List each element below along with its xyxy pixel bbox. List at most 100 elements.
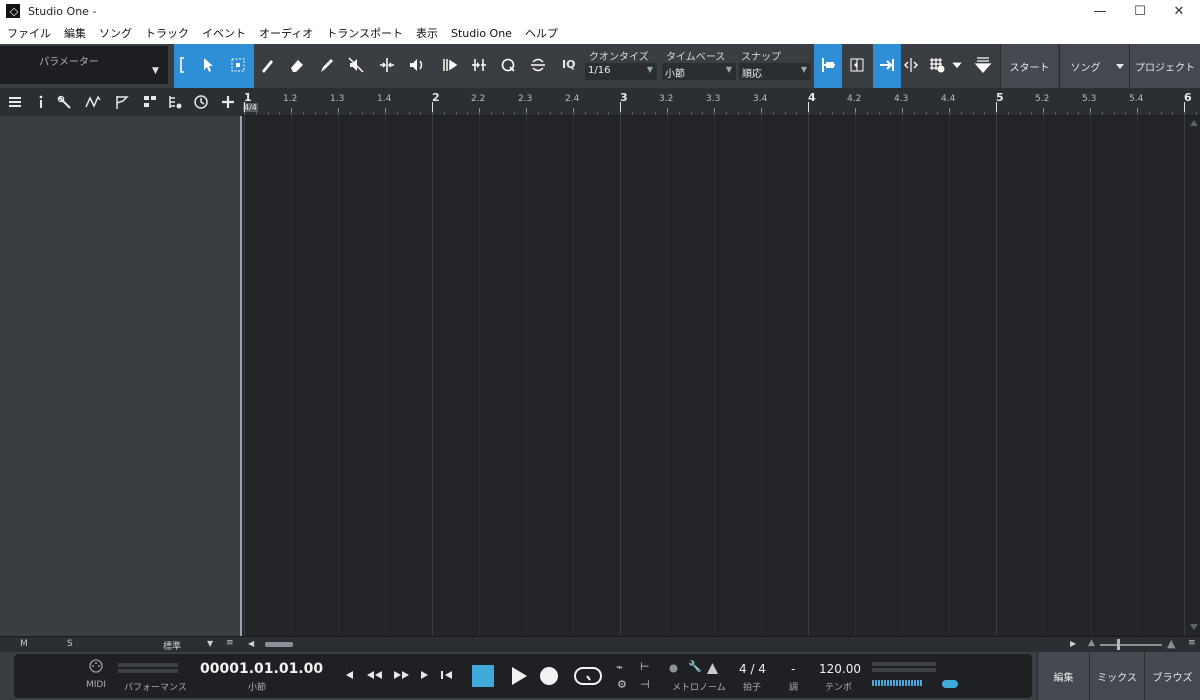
menu-studio-one[interactable]: Studio One [444,27,518,40]
mix-view-button[interactable]: ミックス [1089,652,1144,700]
arrangement-area[interactable] [244,116,1188,636]
rewind-icon[interactable] [364,668,384,682]
ruler-subtick [608,112,609,115]
solo-all-button[interactable]: S [67,639,73,649]
chevron-down-icon[interactable] [1111,44,1129,88]
next-marker-icon[interactable] [418,668,432,682]
wrench-icon[interactable] [56,93,74,111]
tempo-track-icon[interactable] [192,93,210,111]
slip-right-icon[interactable] [468,54,490,76]
browse-view-button[interactable]: ブラウズ [1144,652,1200,700]
list-icon[interactable]: ≡ [1188,638,1196,648]
automation-icon[interactable] [84,93,102,111]
settings-icon[interactable]: ⚙ [617,678,627,691]
record-icon[interactable] [538,665,560,687]
menu-edit[interactable]: 編集 [57,25,92,41]
chevron-down-icon: ▼ [800,65,807,74]
split-arrows-icon[interactable] [900,54,922,76]
performance-meter [118,663,178,667]
chord-track-icon[interactable] [166,93,184,111]
precount-icon[interactable]: ⊢ [640,660,650,673]
timebase-dropdown[interactable]: タイムベース 小節 ▼ [662,44,736,88]
vertical-scrollbar[interactable] [1188,116,1200,636]
scroll-down-icon[interactable] [1190,624,1198,630]
close-button[interactable]: ✕ [1156,0,1200,22]
grid-settings-icon[interactable] [926,54,948,76]
chevron-down-icon[interactable]: ▼ [207,639,213,648]
play-icon[interactable] [508,665,530,687]
start-page-button[interactable]: スタート [1000,44,1058,88]
click-icon[interactable] [668,663,678,673]
time-signature-marker[interactable]: 4/4 [243,103,258,112]
metronome-icon[interactable] [706,662,718,674]
zoom-out-icon[interactable]: ▲ [1088,638,1095,648]
download-icon[interactable] [972,54,994,76]
slip-left-icon[interactable] [439,54,461,76]
menu-help[interactable]: ヘルプ [518,25,564,41]
horizontal-scroll-thumb[interactable] [265,642,293,647]
listen-tool-icon[interactable] [406,54,428,76]
project-page-button[interactable]: プロジェクト [1129,44,1200,88]
beat-grid-line [479,116,480,636]
grid-icon[interactable] [846,54,868,76]
previous-marker-icon[interactable] [342,668,356,682]
bend-tool-icon[interactable] [376,54,398,76]
add-track-icon[interactable] [219,93,237,111]
range-tool-icon[interactable] [227,54,249,76]
time-signature-value[interactable]: 4 / 4 [739,662,766,676]
key-value[interactable]: - [791,662,795,676]
return-to-zero-icon[interactable] [440,668,454,682]
performance-label[interactable]: パフォーマンス [124,680,187,693]
position-display[interactable]: 00001.01.01.00 [200,661,323,677]
chevron-down-icon[interactable] [950,54,964,76]
menu-file[interactable]: ファイル [0,25,57,41]
snap-dropdown[interactable]: スナップ 順応 ▼ [739,44,811,88]
split-tool-icon[interactable] [256,54,278,76]
edit-view-button[interactable]: 編集 [1037,652,1089,700]
mute-all-button[interactable]: M [20,639,28,649]
stop-button[interactable] [472,665,494,687]
tempo-label: テンポ [825,683,853,693]
groove-icon[interactable] [527,54,549,76]
song-page-button[interactable]: ソング [1059,44,1111,88]
zoom-slider-handle[interactable] [1117,639,1120,650]
scroll-right-icon[interactable]: ▶ [1070,639,1076,648]
zoom-slider[interactable] [1100,644,1162,646]
punch-in-icon[interactable]: ⌁ [616,660,623,674]
track-height-preset[interactable]: 標準 [163,639,181,652]
marker-icon[interactable] [113,93,131,111]
paint-tool-icon[interactable] [316,54,338,76]
menu-view[interactable]: 表示 [409,25,444,41]
menu-event[interactable]: イベント [195,25,252,41]
preroll-icon[interactable]: ⊣ [640,678,650,691]
arranger-icon[interactable] [141,93,159,111]
menu-track[interactable]: トラック [138,25,195,41]
mute-tool-icon[interactable] [345,54,367,76]
info-icon[interactable] [32,93,50,111]
eraser-tool-icon[interactable] [286,54,308,76]
bar-grid-line [244,116,245,636]
loop-icon[interactable] [572,665,604,687]
bar-grid-line [808,116,809,636]
sync-toggle[interactable] [942,680,958,688]
chevron-down-icon[interactable]: ▼ [152,66,159,76]
bracket-tool-icon[interactable] [174,54,196,76]
menu-song[interactable]: ソング [92,25,138,41]
menu-audio[interactable]: オーディオ [252,25,319,41]
tempo-value[interactable]: 120.00 [819,662,861,676]
fast-forward-icon[interactable] [392,668,412,682]
arrow-tool-icon[interactable] [197,54,219,76]
quantize-icon[interactable] [497,54,519,76]
list-icon[interactable]: ≡ [226,638,234,648]
menu-icon[interactable] [6,93,24,111]
iq-button[interactable]: IQ [562,58,575,71]
menu-transport[interactable]: トランスポート [319,25,409,41]
parameter-panel[interactable]: パラメーター ▼ [0,46,168,84]
scroll-up-icon[interactable] [1190,120,1198,126]
quantize-dropdown[interactable]: クオンタイズ 1/16 ▼ [585,44,657,88]
track-list-panel[interactable] [0,116,242,636]
timeline-ruler[interactable]: 4/4 1 1.2 1.3 1.4 2 2.2 2.3 2.4 3 3.2 3.3 3.4 4 4.2 4.… [242,88,1200,116]
scroll-left-icon[interactable]: ◀ [248,639,254,648]
zoom-in-icon[interactable]: ▲ [1167,637,1175,650]
wrench-icon[interactable]: 🔧 [688,660,702,673]
